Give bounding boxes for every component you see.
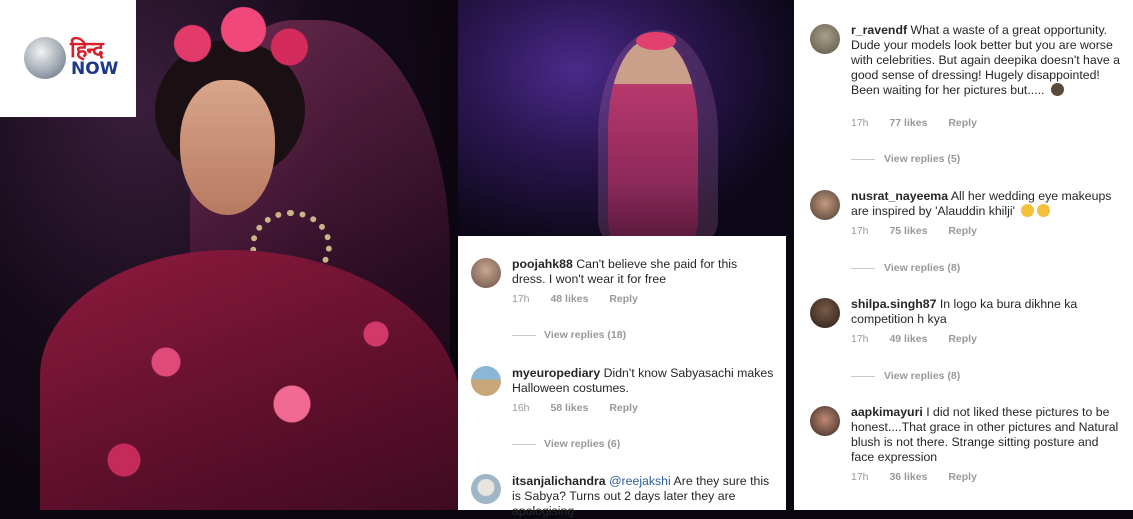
comment-meta: 17h 48 likes Reply [512, 293, 656, 305]
bride-photo-secondary [458, 0, 794, 236]
comment-username[interactable]: nusrat_nayeema [851, 189, 948, 203]
reply-button[interactable]: Reply [948, 225, 977, 237]
hindi-now-logo[interactable]: हिन्द NOW [0, 0, 136, 117]
comment-likes[interactable]: 77 likes [889, 117, 927, 129]
view-replies-link[interactable]: View replies (6) [544, 438, 620, 450]
avatar[interactable] [810, 24, 840, 54]
comments-panel-right: r_ravendf What a waste of a great opport… [794, 0, 1133, 510]
comment-username[interactable]: poojahk88 [512, 257, 573, 271]
comment-likes[interactable]: 48 likes [550, 293, 588, 305]
comment-meta: 17h 36 likes Reply [851, 471, 995, 483]
comment-time[interactable]: 17h [512, 293, 530, 305]
comment-likes[interactable]: 58 likes [550, 402, 588, 414]
face [180, 80, 275, 215]
comment-time[interactable]: 17h [851, 471, 869, 483]
reply-button[interactable]: Reply [609, 293, 638, 305]
divider [512, 335, 536, 336]
divider [851, 376, 875, 377]
view-replies-link[interactable]: View replies (8) [884, 262, 960, 274]
avatar[interactable] [471, 366, 501, 396]
comment-username[interactable]: shilpa.singh87 [851, 297, 936, 311]
view-replies-link[interactable]: View replies (5) [884, 153, 960, 165]
smile-emoji-icon [1037, 204, 1051, 217]
comment-username[interactable]: myeuropediary [512, 366, 600, 380]
view-replies-link[interactable]: View replies (8) [884, 370, 960, 382]
person-emoji-icon [1050, 83, 1064, 96]
divider [512, 444, 536, 445]
hair-flowers [150, 5, 320, 75]
reply-button[interactable]: Reply [609, 402, 638, 414]
comment-mention[interactable]: @reejakshi [609, 474, 671, 488]
avatar[interactable] [810, 190, 840, 220]
bride-figure [608, 40, 698, 236]
comment-likes[interactable]: 75 likes [889, 225, 927, 237]
divider [851, 268, 875, 269]
comment-username[interactable]: r_ravendf [851, 23, 907, 37]
comment-time[interactable]: 17h [851, 333, 869, 345]
comment-likes[interactable]: 36 likes [889, 471, 927, 483]
comment-username[interactable]: itsanjalichandra [512, 474, 606, 488]
avatar[interactable] [810, 298, 840, 328]
reply-button[interactable]: Reply [948, 117, 977, 129]
comment-meta: 17h 77 likes Reply [851, 117, 995, 129]
divider [851, 159, 875, 160]
comment-time[interactable]: 17h [851, 225, 869, 237]
globe-icon [24, 37, 66, 79]
comment-likes[interactable]: 49 likes [889, 333, 927, 345]
avatar[interactable] [471, 258, 501, 288]
reply-button[interactable]: Reply [948, 471, 977, 483]
view-replies-link[interactable]: View replies (18) [544, 329, 626, 341]
smile-emoji-icon [1021, 204, 1035, 217]
comment-meta: 17h 75 likes Reply [851, 225, 995, 237]
avatar[interactable] [810, 406, 840, 436]
comment-time[interactable]: 16h [512, 402, 530, 414]
logo-now-text: NOW [71, 59, 119, 79]
reply-button[interactable]: Reply [948, 333, 977, 345]
comment-meta: 16h 58 likes Reply [512, 402, 656, 414]
comment-meta: 17h 49 likes Reply [851, 333, 995, 345]
comment-time[interactable]: 17h [851, 117, 869, 129]
comments-panel-middle: poojahk88 Can't believe she paid for thi… [458, 236, 786, 518]
avatar[interactable] [471, 474, 501, 504]
comment-username[interactable]: aapkimayuri [851, 405, 923, 419]
hair-flowers [636, 32, 676, 50]
